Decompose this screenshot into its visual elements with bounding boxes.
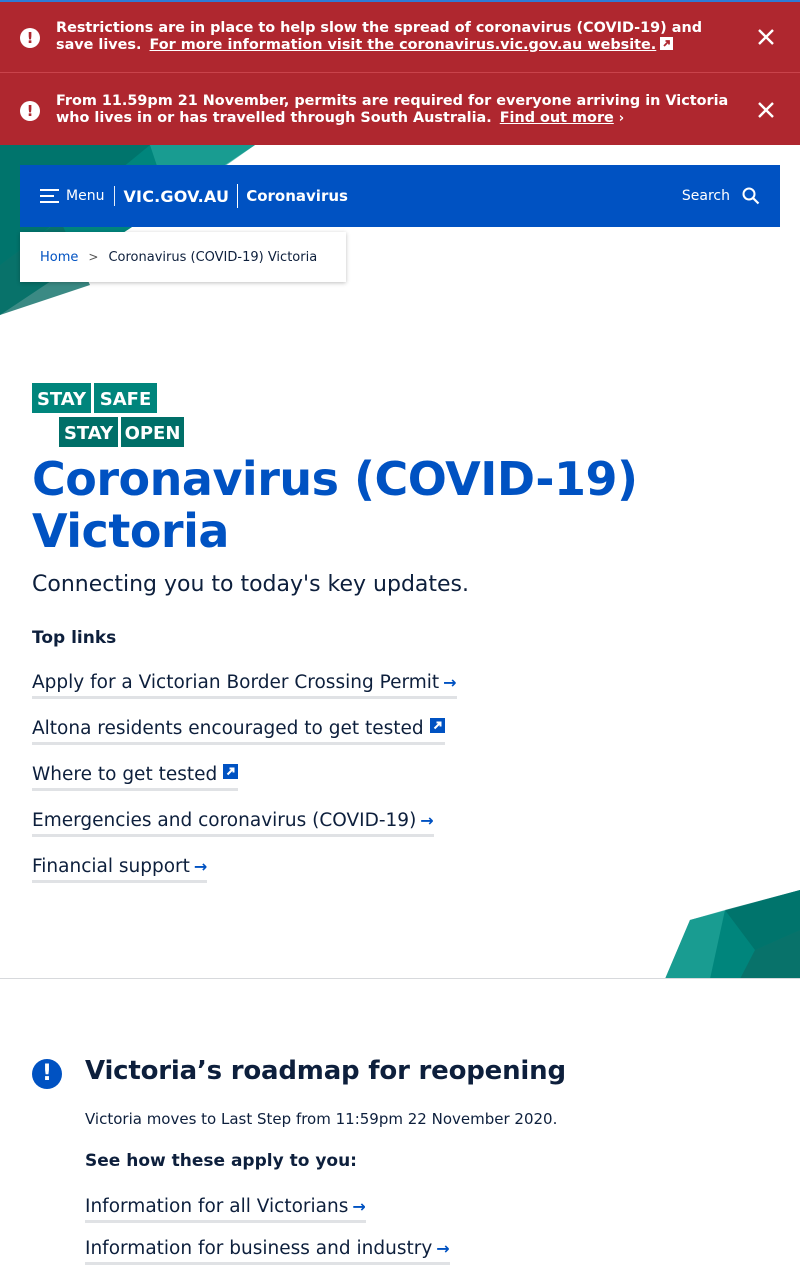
search-label: Search	[681, 188, 730, 204]
alert-icon: !	[20, 101, 40, 121]
top-links-heading: Top links	[32, 628, 117, 648]
alert-icon: !	[20, 28, 40, 48]
link-label: Financial support	[32, 856, 190, 877]
list-item: Financial support →	[32, 856, 457, 902]
decorative-pattern	[665, 890, 800, 979]
logo-text: OPEN	[125, 423, 181, 444]
list-item: Information for all Victorians →	[85, 1196, 450, 1238]
roadmap-links-list: Information for all Victorians → Informat…	[85, 1196, 450, 1280]
link-label: Information for all Victorians	[85, 1196, 349, 1217]
link-label: Where to get tested	[32, 764, 218, 785]
list-item: Altona residents encouraged to get teste…	[32, 718, 457, 764]
stay-safe-stay-open-logo: STAY SAFE STAY OPEN	[32, 383, 184, 447]
page-title: Coronavirus (COVID-19) Victoria	[32, 452, 638, 558]
list-item: Where to get tested	[32, 764, 457, 810]
section-divider	[0, 978, 800, 979]
find-out-more-link[interactable]: Find out more	[500, 110, 614, 126]
menu-icon	[40, 189, 59, 203]
link-label: Altona residents encouraged to get teste…	[32, 718, 424, 739]
logo-text: STAY	[64, 423, 114, 444]
link-label: Information for business and industry	[85, 1238, 433, 1259]
external-link-icon	[223, 764, 239, 779]
top-links-list: Apply for a Victorian Border Crossing Pe…	[32, 672, 457, 902]
breadcrumb: Home > Coronavirus (COVID-19) Victoria	[20, 232, 346, 282]
top-link-emergencies[interactable]: Emergencies and coronavirus (COVID-19) →	[32, 810, 434, 837]
logo-text: SAFE	[100, 389, 152, 410]
arrow-right-icon: →	[352, 1197, 366, 1216]
menu-button[interactable]: Menu	[40, 188, 104, 204]
roadmap-subheading: See how these apply to you:	[85, 1151, 357, 1171]
breadcrumb-separator: >	[88, 250, 99, 264]
alert-text: From 11.59pm 21 November, permits are re…	[56, 93, 740, 127]
info-alert-icon: !	[32, 1059, 62, 1089]
close-icon[interactable]	[756, 100, 776, 120]
arrow-right-icon: →	[436, 1239, 450, 1258]
logo-text: STAY	[37, 389, 87, 410]
menu-label: Menu	[66, 188, 105, 204]
arrow-right-icon: →	[443, 673, 457, 692]
arrow-right-icon: →	[420, 811, 434, 830]
top-link-where-to-get-tested[interactable]: Where to get tested	[32, 764, 239, 791]
divider	[114, 186, 116, 206]
link-business-industry[interactable]: Information for business and industry →	[85, 1238, 450, 1265]
hero-section: Menu VIC.GOV.AU Coronavirus Search Home …	[0, 145, 800, 979]
roadmap-title: Victoria’s roadmap for reopening	[85, 1056, 566, 1086]
alert-link[interactable]: For more information visit the coronavir…	[149, 37, 656, 53]
list-item: Information for business and industry →	[85, 1238, 450, 1280]
breadcrumb-current: Coronavirus (COVID-19) Victoria	[108, 249, 318, 265]
alert-banner-permits: ! From 11.59pm 21 November, permits are …	[0, 72, 800, 145]
top-link-border-permit[interactable]: Apply for a Victorian Border Crossing Pe…	[32, 672, 457, 699]
alert-message: From 11.59pm 21 November, permits are re…	[56, 93, 729, 126]
vic-gov-logo[interactable]: VIC.GOV.AU	[123, 187, 229, 206]
list-item: Emergencies and coronavirus (COVID-19) →	[32, 810, 457, 856]
chevron-right-icon: ›	[618, 110, 625, 126]
main-navigation: Menu VIC.GOV.AU Coronavirus Search	[20, 165, 780, 227]
external-link-icon	[429, 718, 445, 733]
roadmap-text: Victoria moves to Last Step from 11:59pm…	[85, 1110, 558, 1128]
link-label: Apply for a Victorian Border Crossing Pe…	[32, 672, 440, 693]
arrow-right-icon: →	[193, 857, 208, 876]
link-label: Emergencies and coronavirus (COVID-19)	[32, 810, 417, 831]
alert-banner-restrictions: ! Restrictions are in place to help slow…	[0, 0, 800, 72]
page-subtitle: Connecting you to today's key updates.	[32, 572, 470, 597]
link-all-victorians[interactable]: Information for all Victorians →	[85, 1196, 366, 1223]
breadcrumb-home[interactable]: Home	[40, 250, 78, 265]
top-link-altona-testing[interactable]: Altona residents encouraged to get teste…	[32, 718, 445, 745]
external-link-icon	[660, 36, 674, 50]
alert-text: Restrictions are in place to help slow t…	[56, 20, 740, 53]
list-item: Apply for a Victorian Border Crossing Pe…	[32, 672, 457, 718]
close-icon[interactable]	[756, 27, 776, 47]
search-icon	[742, 187, 760, 205]
divider	[237, 184, 239, 208]
site-section-title[interactable]: Coronavirus	[246, 187, 348, 205]
top-link-financial-support[interactable]: Financial support →	[32, 856, 208, 883]
search-button[interactable]: Search	[682, 187, 760, 205]
